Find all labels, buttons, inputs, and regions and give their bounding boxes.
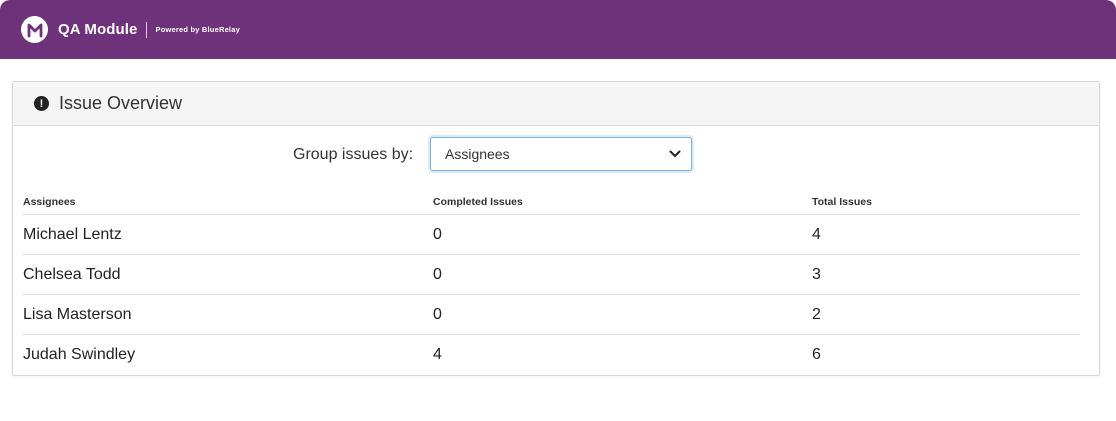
- issues-table: Assignees Completed Issues Total Issues …: [22, 190, 1080, 375]
- assignee-name: Michael Lentz: [23, 225, 122, 243]
- powered-by-label: Powered by BlueRelay: [155, 25, 240, 34]
- completed-count: 0: [433, 265, 442, 283]
- total-count: 2: [812, 305, 821, 323]
- completed-count: 0: [433, 305, 442, 323]
- table-header-row: Assignees Completed Issues Total Issues: [22, 190, 1080, 215]
- column-header-total[interactable]: Total Issues: [812, 196, 1080, 208]
- group-by-select[interactable]: Assignees: [430, 137, 692, 171]
- group-by-row: Group issues by: Assignees: [13, 137, 1099, 171]
- group-by-label: Group issues by:: [293, 146, 414, 163]
- header-divider: [145, 21, 147, 38]
- app-header: QA Module Powered by BlueRelay: [0, 0, 1116, 59]
- total-count: 4: [812, 225, 821, 243]
- total-count: 3: [812, 265, 821, 283]
- column-header-assignees[interactable]: Assignees: [22, 196, 433, 208]
- assignee-name: Judah Swindley: [23, 346, 136, 363]
- assignee-name: Lisa Masterson: [23, 305, 132, 323]
- issue-overview-panel: ! Issue Overview Group issues by: Assign…: [12, 81, 1100, 376]
- table-row: Lisa Masterson 0 2: [22, 295, 1080, 335]
- chevron-down-icon: [669, 150, 681, 158]
- total-count: 6: [812, 346, 821, 363]
- assignee-name: Chelsea Todd: [23, 265, 121, 283]
- panel-header: ! Issue Overview: [13, 82, 1099, 126]
- table-row: Michael Lentz 0 4: [22, 215, 1080, 255]
- table-row: Chelsea Todd 0 3: [22, 255, 1080, 295]
- completed-count: 0: [433, 225, 442, 243]
- table-row: Judah Swindley 4 6: [22, 335, 1080, 375]
- m-logo-icon: [21, 16, 48, 43]
- app-title: QA Module: [58, 21, 138, 38]
- completed-count: 4: [433, 346, 442, 363]
- exclamation-circle-icon: !: [34, 96, 49, 111]
- panel-title: Issue Overview: [59, 93, 183, 113]
- group-by-selected-value: Assignees: [445, 146, 510, 162]
- column-header-completed[interactable]: Completed Issues: [433, 196, 812, 208]
